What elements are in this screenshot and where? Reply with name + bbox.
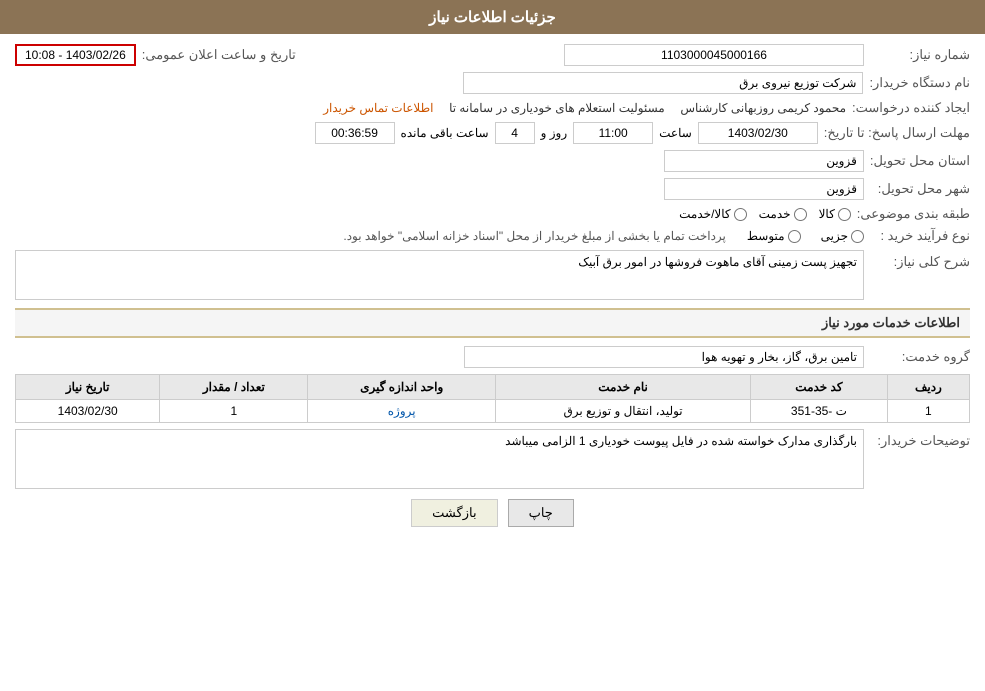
radio-goods-service[interactable]: [734, 208, 747, 221]
radio-service-label[interactable]: خدمت: [759, 207, 807, 221]
cell-service-code: ت -35-351: [751, 400, 888, 423]
radio-goods-text: کالا: [819, 207, 835, 221]
radio-medium[interactable]: [788, 230, 801, 243]
province-input[interactable]: [664, 150, 864, 172]
need-number-row: شماره نیاز: تاریخ و ساعت اعلان عمومی: 14…: [15, 44, 970, 66]
deadline-label: مهلت ارسال پاسخ: تا تاریخ:: [824, 125, 970, 141]
col-service-name: نام خدمت: [496, 375, 751, 400]
purchase-type-row: نوع فرآیند خرید : جزیی متوسط پرداخت تمام…: [15, 228, 970, 244]
cell-count: 1: [160, 400, 308, 423]
services-section-title: اطلاعات خدمات مورد نیاز: [15, 308, 970, 338]
cell-service-name: تولید، انتقال و توزیع برق: [496, 400, 751, 423]
col-service-code: کد خدمت: [751, 375, 888, 400]
buyer-notes-textarea[interactable]: بارگذاری مدارک خواسته شده در فایل پیوست …: [15, 429, 864, 489]
city-input[interactable]: [664, 178, 864, 200]
radio-medium-text: متوسط: [747, 229, 785, 243]
col-count: تعداد / مقدار: [160, 375, 308, 400]
description-textarea[interactable]: تجهیز پست زمینی آقای ماهوت فروشها در امو…: [15, 250, 864, 300]
back-button[interactable]: بازگشت: [411, 499, 497, 527]
buyer-notes-row: توضیحات خریدار: بارگذاری مدارک خواسته شد…: [15, 429, 970, 489]
radio-service-text: خدمت: [759, 207, 791, 221]
radio-service[interactable]: [794, 208, 807, 221]
creator-row: ایجاد کننده درخواست: محمود کریمی روزبهان…: [15, 100, 970, 116]
print-button[interactable]: چاپ: [508, 499, 574, 527]
category-label: طبقه بندی موضوعی:: [857, 206, 970, 222]
deadline-days-label: روز و: [541, 126, 568, 140]
purchase-note: پرداخت تمام یا بخشی از مبلغ خریدار از مح…: [15, 229, 726, 243]
col-unit: واحد اندازه گیری: [308, 375, 496, 400]
category-radio-group: کالا خدمت کالا/خدمت: [679, 207, 851, 221]
creator-responsibility: مسئولیت استعلام های خودیاری در سامانه تا: [449, 101, 665, 115]
buyer-label: نام دستگاه خریدار:: [869, 75, 970, 91]
page-container: جزئیات اطلاعات نیاز شماره نیاز: تاریخ و …: [0, 0, 985, 691]
page-header: جزئیات اطلاعات نیاز: [0, 0, 985, 34]
creator-label: ایجاد کننده درخواست:: [852, 100, 970, 116]
buyer-notes-label: توضیحات خریدار:: [870, 429, 970, 449]
cell-row-num: 1: [887, 400, 969, 423]
deadline-row: مهلت ارسال پاسخ: تا تاریخ: ساعت روز و سا…: [15, 122, 970, 144]
need-number-label: شماره نیاز:: [870, 47, 970, 63]
deadline-remaining-input[interactable]: [315, 122, 395, 144]
deadline-days-input[interactable]: [495, 122, 535, 144]
contact-link[interactable]: اطلاعات تماس خریدار: [323, 101, 433, 115]
col-row-num: ردیف: [887, 375, 969, 400]
radio-partial[interactable]: [851, 230, 864, 243]
purchase-type-label: نوع فرآیند خرید :: [870, 228, 970, 244]
cell-unit: پروژه: [308, 400, 496, 423]
radio-partial-label[interactable]: جزیی: [821, 229, 864, 243]
province-label: استان محل تحویل:: [870, 153, 970, 169]
category-row: طبقه بندی موضوعی: کالا خدمت کالا/خدمت: [15, 206, 970, 222]
service-group-input[interactable]: [464, 346, 864, 368]
buyer-input[interactable]: [463, 72, 863, 94]
description-label: شرح کلی نیاز:: [870, 250, 970, 270]
deadline-remaining-label: ساعت باقی مانده: [401, 126, 489, 140]
date-label: تاریخ و ساعت اعلان عمومی:: [142, 47, 296, 63]
creator-person: محمود کریمی روزبهانی کارشناس: [680, 101, 846, 115]
service-group-row: گروه خدمت:: [15, 346, 970, 368]
services-table: ردیف کد خدمت نام خدمت واحد اندازه گیری ت…: [15, 374, 970, 423]
deadline-time-label: ساعت: [659, 126, 692, 140]
radio-medium-label[interactable]: متوسط: [747, 229, 801, 243]
city-label: شهر محل تحویل:: [870, 181, 970, 197]
service-group-label: گروه خدمت:: [870, 349, 970, 365]
radio-goods-label[interactable]: کالا: [819, 207, 851, 221]
deadline-time-input[interactable]: [573, 122, 653, 144]
deadline-date-input[interactable]: [698, 122, 818, 144]
button-row: چاپ بازگشت: [15, 499, 970, 527]
cell-date: 1403/02/30: [16, 400, 160, 423]
radio-goods[interactable]: [838, 208, 851, 221]
city-row: شهر محل تحویل:: [15, 178, 970, 200]
radio-goods-service-label[interactable]: کالا/خدمت: [679, 207, 746, 221]
description-row: شرح کلی نیاز: تجهیز پست زمینی آقای ماهوت…: [15, 250, 970, 300]
province-row: استان محل تحویل:: [15, 150, 970, 172]
radio-goods-service-text: کالا/خدمت: [679, 207, 730, 221]
purchase-radio-group: جزیی متوسط: [747, 229, 864, 243]
col-date: تاریخ نیاز: [16, 375, 160, 400]
table-row: 1 ت -35-351 تولید، انتقال و توزیع برق پر…: [16, 400, 970, 423]
page-title: جزئیات اطلاعات نیاز: [429, 9, 556, 26]
date-display: 1403/02/26 - 10:08: [15, 44, 136, 66]
content-area: شماره نیاز: تاریخ و ساعت اعلان عمومی: 14…: [0, 34, 985, 547]
buyer-name-row: نام دستگاه خریدار:: [15, 72, 970, 94]
need-number-input[interactable]: [564, 44, 864, 66]
radio-partial-text: جزیی: [821, 229, 848, 243]
